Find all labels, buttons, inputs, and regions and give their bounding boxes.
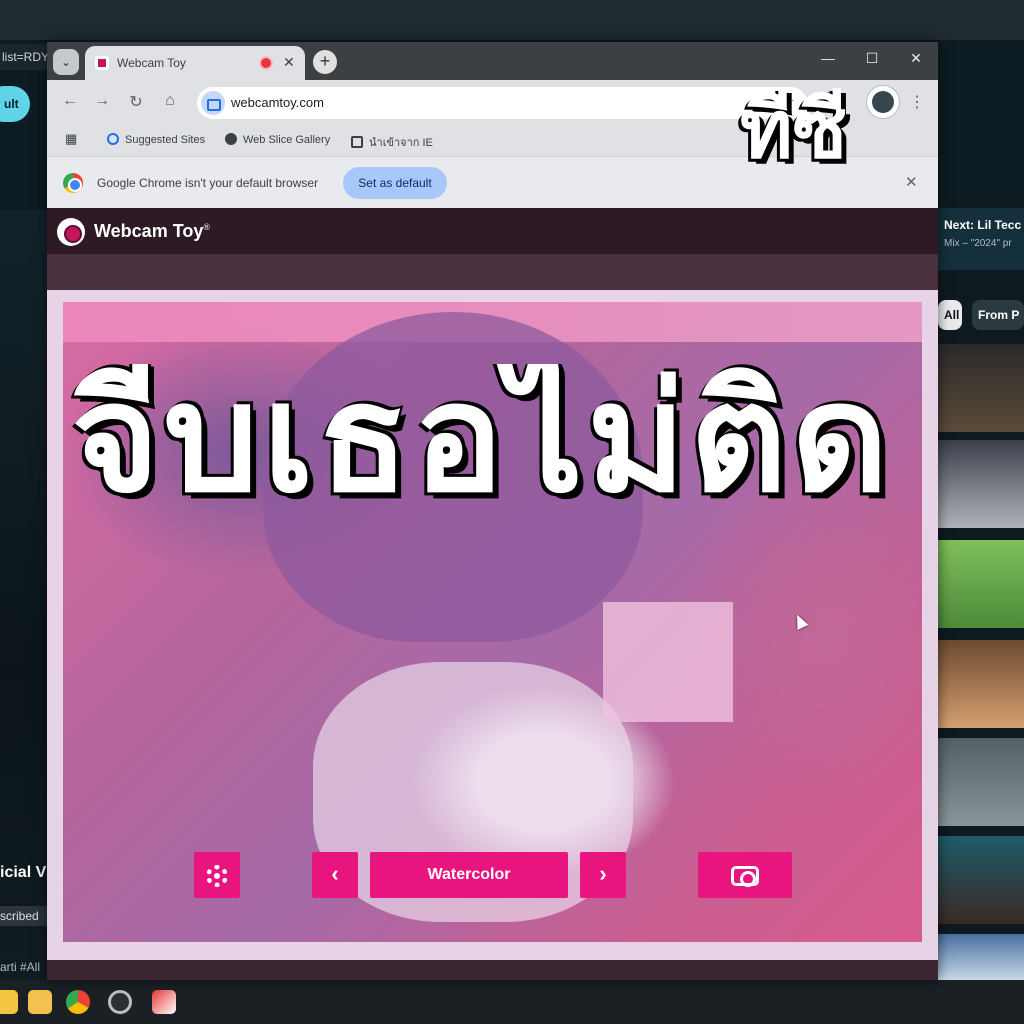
home-icon[interactable]: ⌂	[159, 92, 181, 110]
close-icon[interactable]: ✕	[283, 54, 295, 71]
globe-icon	[225, 133, 237, 145]
chip-all[interactable]: All	[938, 300, 962, 330]
bookmark-imported-from-ie[interactable]: นำเข้าจาก IE	[351, 133, 433, 151]
suggestion-thumbnail[interactable]	[938, 640, 1024, 728]
next-up-subtitle: Mix – "2024" pr	[944, 238, 1012, 249]
preview-shape	[603, 602, 733, 722]
bookmark-label: Suggested Sites	[125, 134, 206, 146]
tab-webcam-toy[interactable]: Webcam Toy ✕	[85, 46, 305, 80]
apps-grid-icon[interactable]: ▦	[65, 131, 77, 147]
background-url-fragment: list=RDY	[0, 44, 48, 70]
taskbar-app-icon[interactable]	[0, 990, 18, 1014]
chrome-icon[interactable]	[66, 990, 90, 1014]
url-text: webcamtoy.com	[231, 95, 324, 110]
recording-indicator-icon	[261, 58, 271, 68]
bookmark-label: Web Slice Gallery	[243, 134, 331, 146]
suggestion-thumbnail[interactable]	[938, 934, 1024, 980]
background-next-up[interactable]: Next: Lil Tecc Mix – "2024" pr	[938, 208, 1024, 270]
background-subscribed-button[interactable]: scribed	[0, 906, 48, 926]
background-video-title: icial V	[0, 864, 47, 881]
background-titlebar	[0, 0, 1024, 40]
background-hashtag: arti #All	[0, 960, 41, 974]
settings-button[interactable]	[194, 852, 240, 898]
infobar-message: Google Chrome isn't your default browser	[97, 176, 319, 190]
bookmark-suggested-sites[interactable]: Suggested Sites	[107, 133, 205, 146]
suggestion-thumbnail[interactable]	[938, 738, 1024, 826]
folder-icon	[351, 136, 363, 148]
app-subheader	[47, 254, 938, 292]
camera-permission-icon[interactable]	[201, 91, 225, 115]
next-effect-button[interactable]: ›	[580, 852, 626, 898]
avatar[interactable]	[867, 86, 899, 118]
chrome-logo-icon	[63, 173, 83, 193]
search-icon	[107, 133, 119, 145]
effect-name-button[interactable]: Watercolor	[370, 852, 568, 898]
next-up-title: Next: Lil Tecc	[944, 218, 1022, 232]
bookmark-label: นำเข้าจาก IE	[369, 137, 433, 149]
suggestion-thumbnail[interactable]	[938, 836, 1024, 924]
webcam-toy-logo-icon[interactable]	[57, 218, 85, 246]
take-photo-button[interactable]	[698, 852, 792, 898]
tab-strip: ⌄ Webcam Toy ✕ + — ☐ ✕	[47, 42, 938, 80]
tab-title: Webcam Toy	[117, 56, 186, 70]
overlay-caption-main: จีบเธอไม่ติด	[71, 364, 893, 514]
suggestion-thumbnail[interactable]	[938, 344, 1024, 432]
reload-icon[interactable]: ↻	[125, 92, 147, 112]
set-as-default-button[interactable]: Set as default	[343, 167, 447, 199]
chevron-down-icon[interactable]: ⌄	[53, 49, 79, 75]
chip-from[interactable]: From P	[972, 300, 1024, 330]
camera-icon	[731, 866, 759, 887]
webcam-toy-favicon-icon	[95, 56, 109, 70]
trademark-mark: ®	[203, 222, 211, 232]
plus-icon[interactable]: +	[313, 50, 337, 74]
maximize-icon[interactable]: ☐	[857, 50, 887, 67]
kebab-icon[interactable]: ⋮	[909, 92, 925, 112]
close-icon[interactable]: ✕	[901, 50, 931, 67]
suggestion-thumbnail[interactable]	[938, 440, 1024, 528]
arrow-left-icon[interactable]: ←	[59, 92, 81, 110]
file-explorer-icon[interactable]	[28, 990, 52, 1014]
bookmark-web-slice-gallery[interactable]: Web Slice Gallery	[225, 133, 330, 146]
app-header: Webcam Toy®	[47, 208, 938, 254]
gear-icon	[206, 865, 228, 887]
obs-icon[interactable]	[108, 990, 132, 1014]
suggestion-thumbnail[interactable]	[938, 540, 1024, 628]
app-icon[interactable]	[152, 990, 176, 1014]
app-title-text: Webcam Toy	[94, 221, 204, 241]
previous-effect-button[interactable]: ‹	[312, 852, 358, 898]
minimize-icon[interactable]: —	[813, 50, 843, 66]
arrow-right-icon[interactable]: →	[91, 92, 113, 110]
address-bar[interactable]: webcamtoy.com ☆	[197, 87, 807, 119]
app-title[interactable]: Webcam Toy®	[94, 221, 210, 242]
close-icon[interactable]: ✕	[905, 173, 918, 191]
overlay-caption-small: ทีซี	[740, 83, 848, 176]
